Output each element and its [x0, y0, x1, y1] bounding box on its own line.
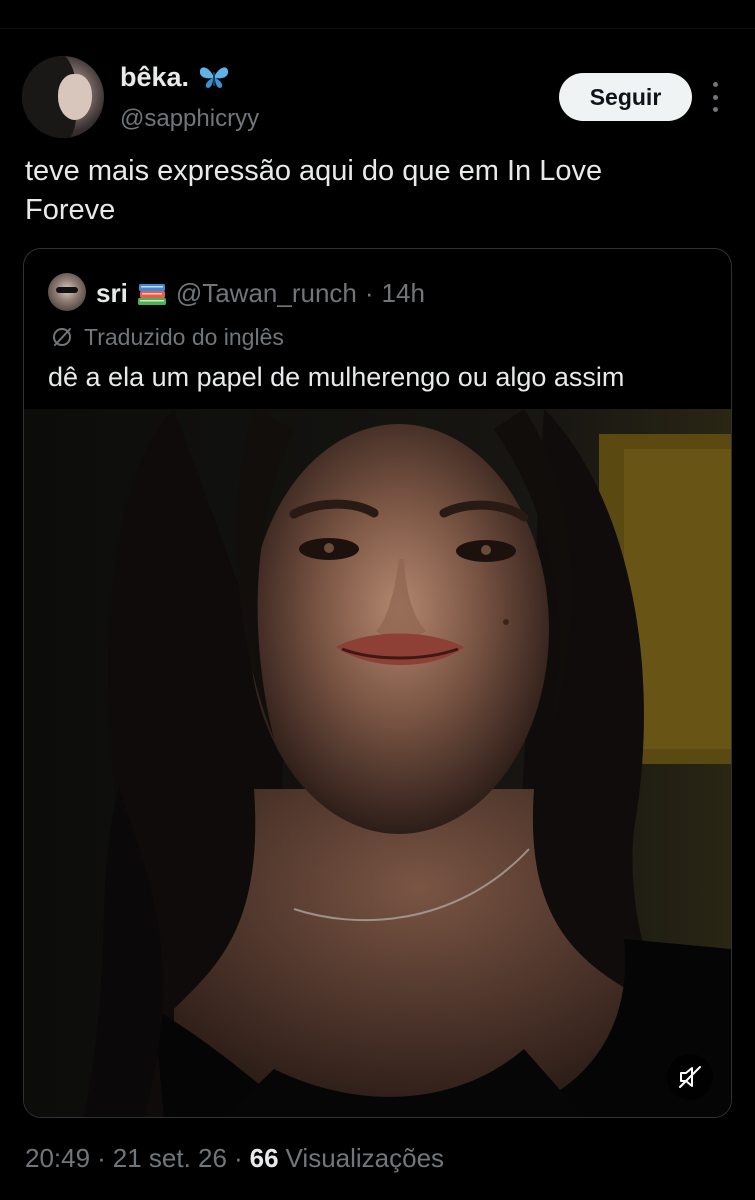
video-player[interactable] — [24, 409, 731, 1117]
quoted-tweet-text: dê a ela um papel de mulherengo ou algo … — [48, 362, 625, 392]
views-count[interactable]: 66 — [250, 1143, 279, 1174]
quoted-author-avatar[interactable] — [48, 273, 86, 311]
translated-label: Traduzido do inglês — [84, 323, 284, 350]
quoted-author-handle[interactable]: @Tawan_runch — [176, 278, 357, 309]
separator-dot: · — [364, 277, 374, 308]
author-avatar[interactable] — [22, 56, 104, 138]
follow-button[interactable]: Seguir — [559, 73, 692, 121]
author-name-row: bêka. — [120, 60, 231, 94]
video-frame — [24, 409, 731, 1117]
quoted-tweet-time[interactable]: 14h — [382, 278, 425, 309]
author-handle[interactable]: @sapphicryy — [120, 105, 259, 133]
tweet-time[interactable]: 20:49 — [25, 1143, 90, 1174]
tweet-meta: 20:49 · 21 set. 26 · 66 Visualizações — [25, 1140, 444, 1176]
separator-dot: · — [233, 1142, 243, 1173]
translated-notice[interactable]: Traduzido do inglês — [50, 321, 284, 353]
top-divider — [0, 28, 755, 29]
translate-icon — [50, 325, 74, 349]
quoted-tweet-header: sri @Tawan_runch · 14h — [96, 273, 425, 313]
author-display-name[interactable]: bêka. — [120, 62, 189, 93]
tweet-date[interactable]: 21 set. 26 — [113, 1143, 227, 1174]
separator-dot: · — [97, 1142, 106, 1173]
mute-toggle[interactable] — [667, 1054, 713, 1100]
tweet-text: teve mais expressão aqui do que em In Lo… — [25, 155, 603, 226]
quoted-tweet-card[interactable]: sri @Tawan_runch · 14h Traduzido do ingl… — [23, 248, 732, 1118]
butterfly-icon — [197, 63, 231, 91]
books-icon — [136, 279, 168, 307]
views-label[interactable]: Visualizações — [286, 1143, 445, 1174]
quoted-author-name[interactable]: sri — [96, 278, 128, 309]
more-options-icon[interactable] — [705, 82, 725, 112]
volume-muted-icon — [677, 1064, 703, 1090]
